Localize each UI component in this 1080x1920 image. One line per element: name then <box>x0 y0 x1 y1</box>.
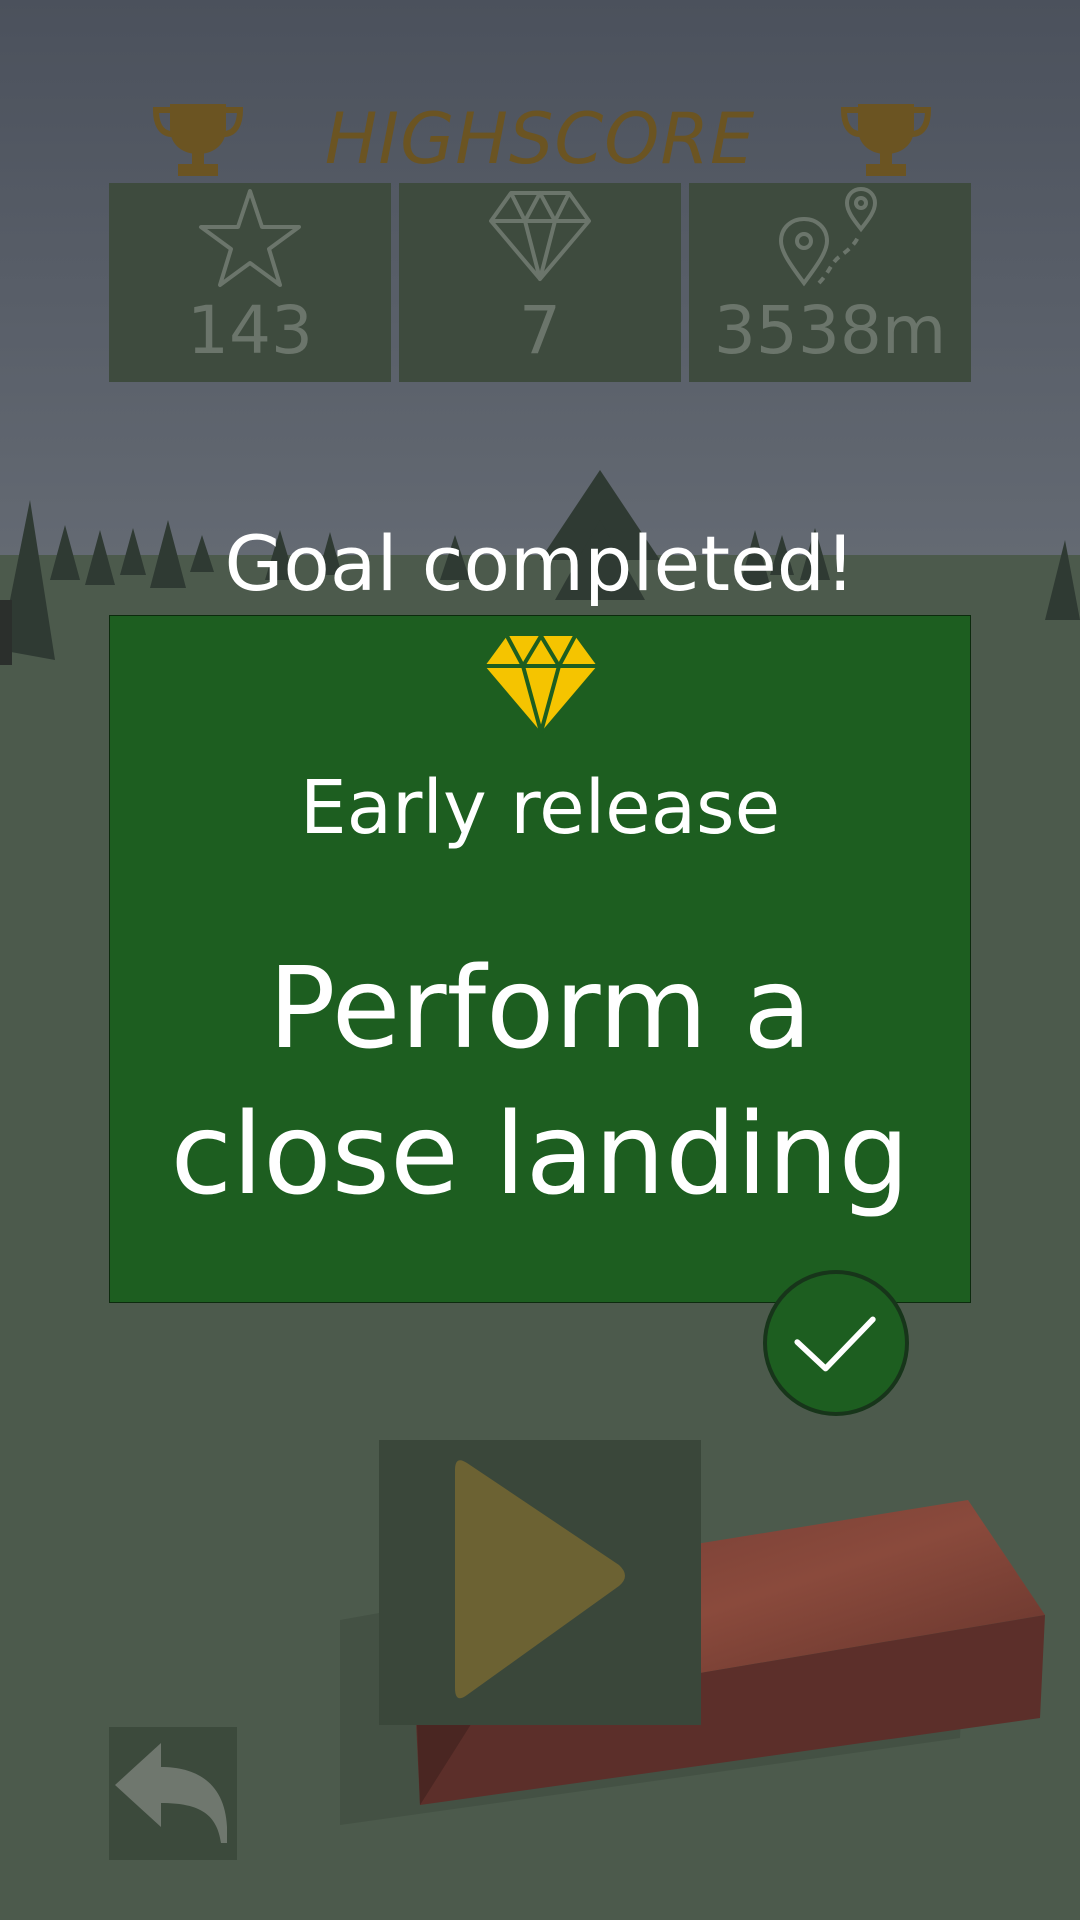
play-icon <box>455 1460 625 1699</box>
checkmark-icon <box>794 1316 876 1372</box>
back-arrow-icon <box>115 1743 227 1843</box>
goal-description: Perform a close landing <box>140 936 940 1228</box>
goal-subtitle: Early release <box>299 765 781 851</box>
goal-complete-check-badge <box>763 1270 909 1416</box>
highscore-distance-box: 3538m <box>689 183 971 382</box>
trophy-icon <box>840 104 932 176</box>
diamond-icon <box>489 191 591 281</box>
goal-card: Early release Perform a close landing <box>109 615 971 1303</box>
highscore-distance-value: 3538m <box>713 292 947 369</box>
diamond-icon <box>485 634 597 734</box>
goal-description-line: close landing <box>170 1090 910 1220</box>
play-button[interactable] <box>379 1440 701 1725</box>
goal-completed-heading: Goal completed! <box>224 519 856 608</box>
highscore-diamonds-box: 7 <box>399 183 681 382</box>
goal-description-line: Perform a <box>268 944 812 1074</box>
distance-pin-icon <box>778 186 878 287</box>
highscore-stars-value: 143 <box>187 292 313 369</box>
highscore-diamonds-value: 7 <box>519 292 561 369</box>
star-icon <box>199 189 301 287</box>
highscore-stars-box: 143 <box>109 183 391 382</box>
back-button[interactable] <box>109 1727 237 1860</box>
